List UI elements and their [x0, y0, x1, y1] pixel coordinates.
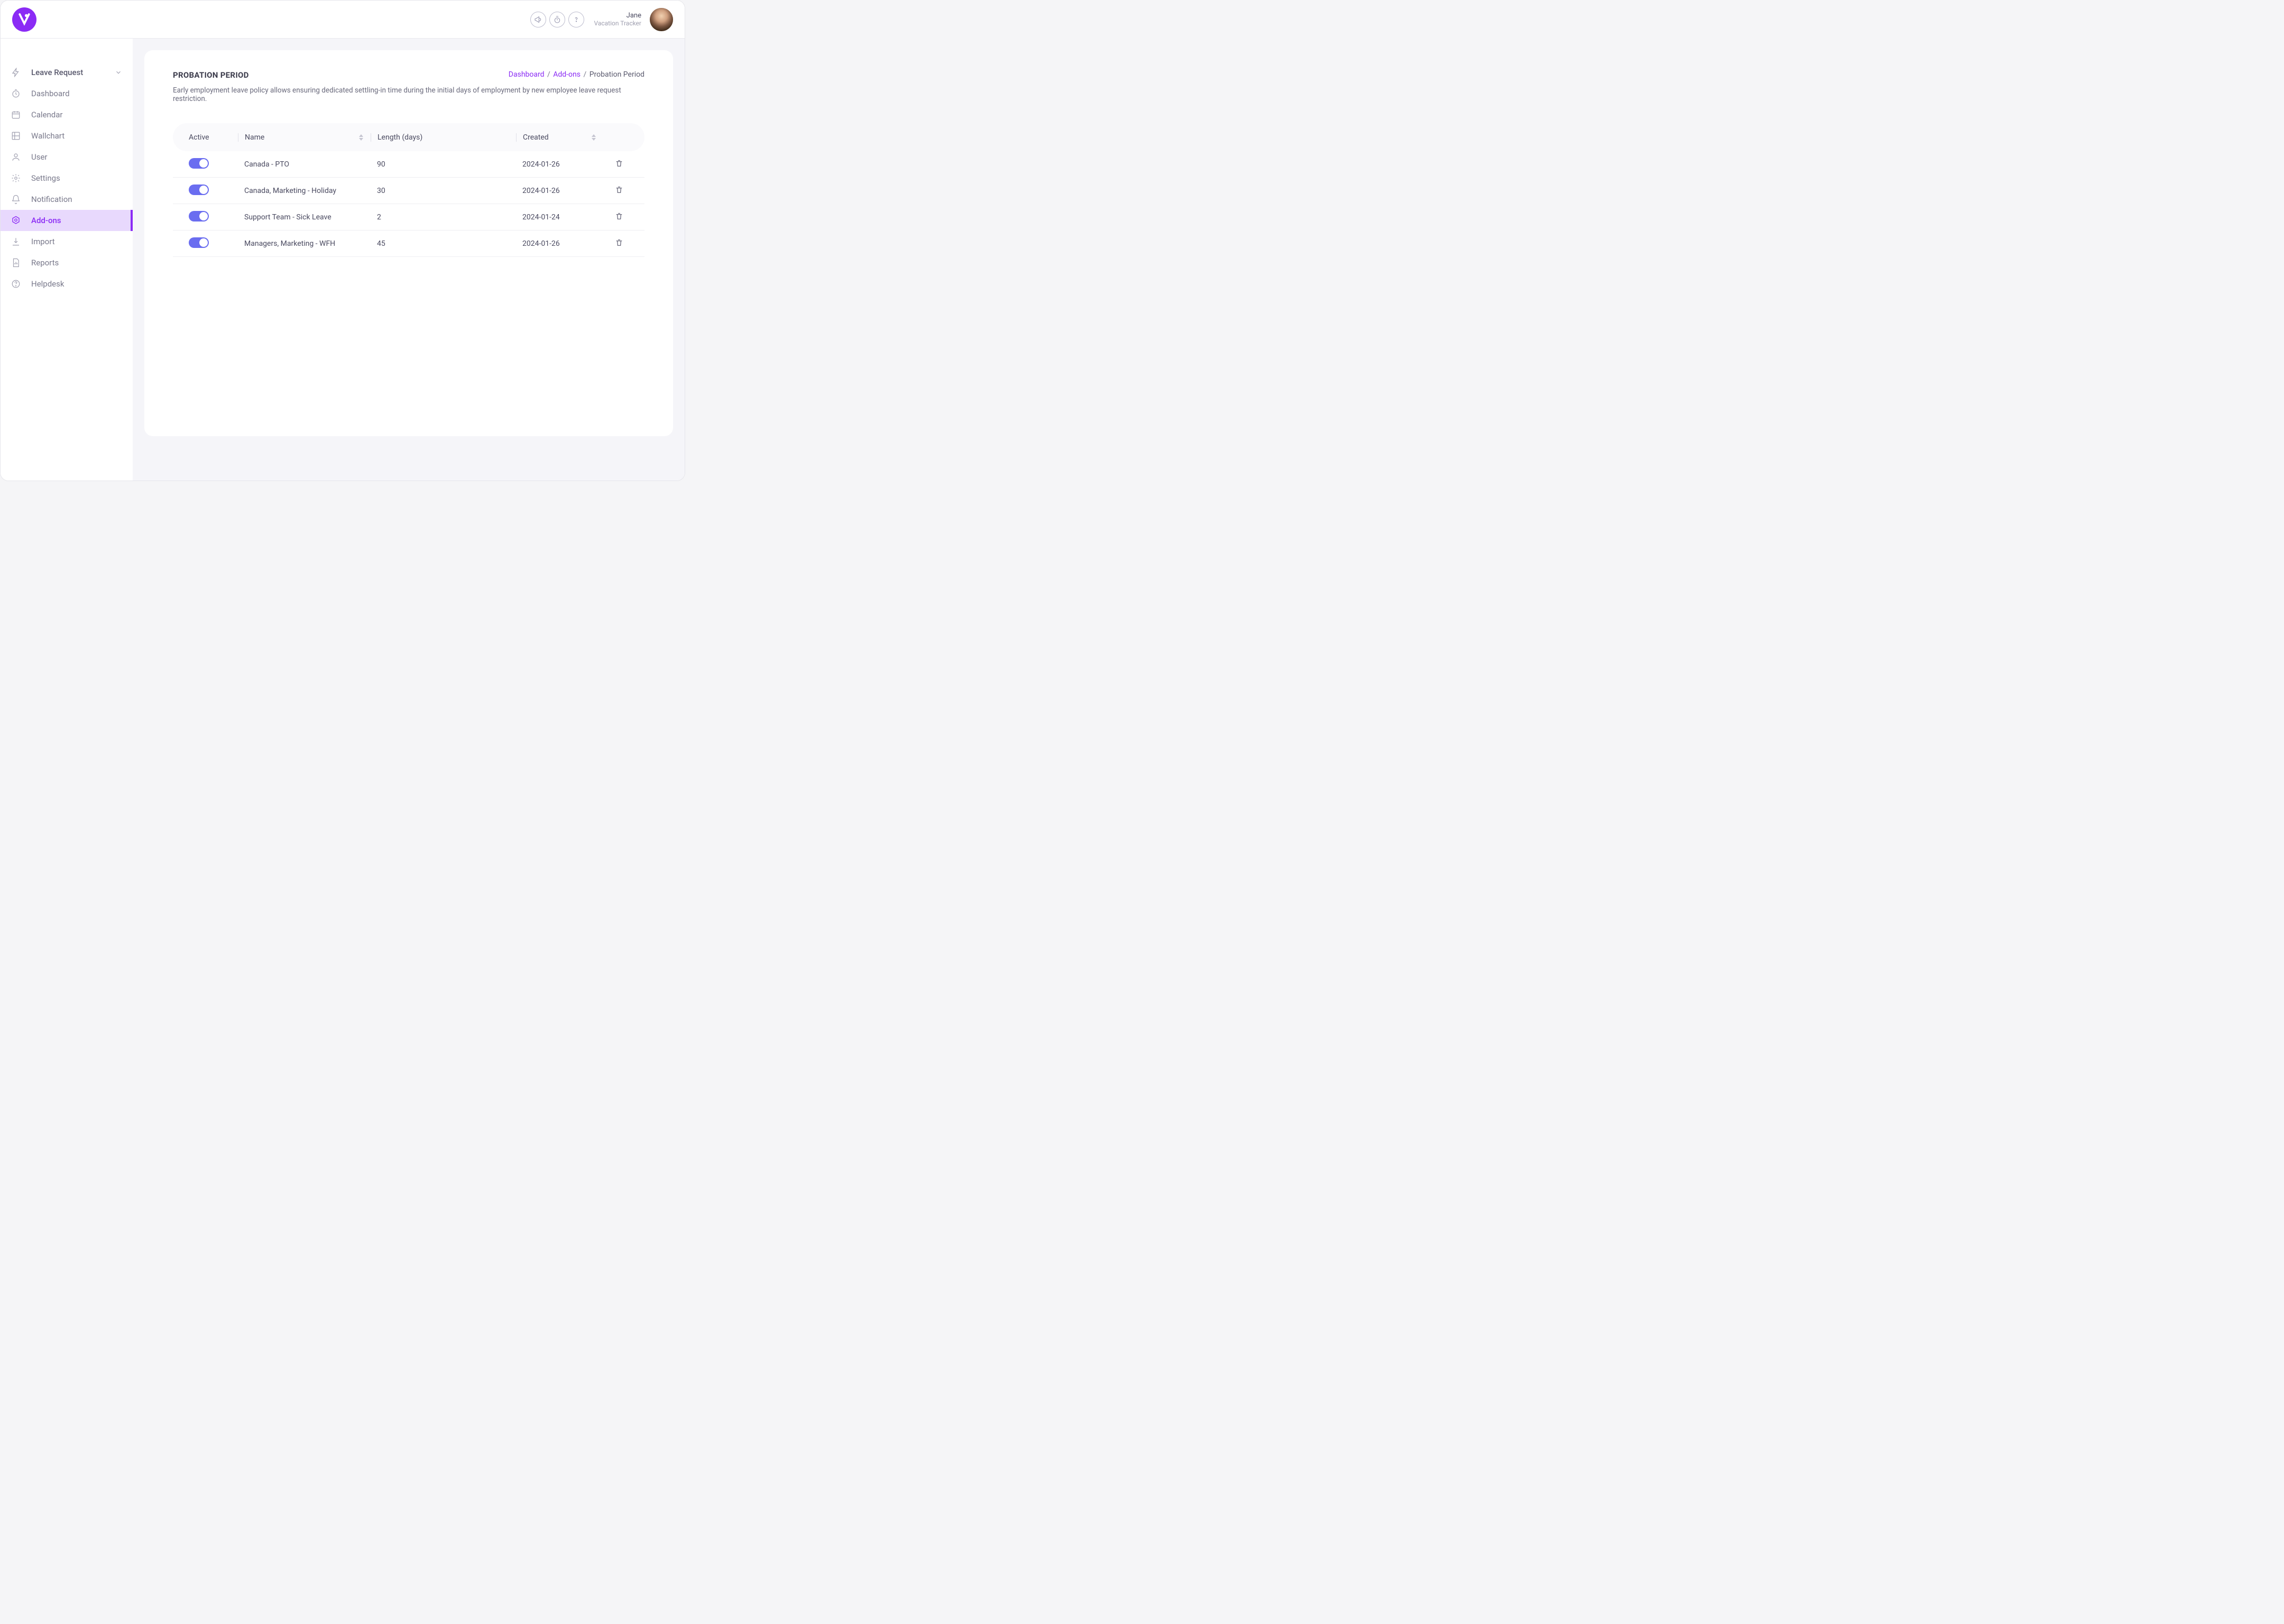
- trash-icon[interactable]: [603, 238, 635, 247]
- sort-icon: [359, 134, 371, 141]
- col-active-label: Active: [189, 133, 209, 142]
- nav-label: Notification: [31, 195, 122, 204]
- user-sub: Vacation Tracker: [594, 20, 641, 27]
- page-title: PROBATION PERIOD: [173, 70, 249, 80]
- sidebar: Leave Request Dashboard Calendar: [1, 39, 133, 481]
- gear-icon: [11, 173, 21, 183]
- chevron-down-icon: [115, 69, 122, 76]
- avatar[interactable]: [650, 8, 673, 31]
- col-name-label: Name: [245, 133, 264, 142]
- table-row: Canada, Marketing - Holiday 30 2024-01-2…: [173, 178, 644, 204]
- breadcrumb-addons[interactable]: Add-ons: [553, 70, 581, 79]
- nav-label: Reports: [31, 258, 122, 267]
- cell-name: Canada, Marketing - Holiday: [238, 187, 371, 195]
- col-length-label: Length (days): [377, 133, 422, 142]
- cell-length: 30: [371, 187, 516, 195]
- user-name: Jane: [594, 12, 641, 20]
- cell-name: Canada - PTO: [238, 160, 371, 169]
- nav-label: Add-ons: [31, 216, 122, 225]
- table-head: Active Name Length (days) Created: [173, 123, 644, 151]
- active-toggle[interactable]: [189, 211, 209, 222]
- sidebar-item-dashboard[interactable]: Dashboard: [1, 83, 133, 104]
- cell-created: 2024-01-24: [516, 213, 603, 222]
- trash-icon[interactable]: [603, 212, 635, 220]
- sidebar-item-addons[interactable]: Add-ons: [1, 210, 133, 231]
- nav-label: Dashboard: [31, 89, 122, 98]
- grid-icon: [11, 131, 21, 141]
- table-body: Canada - PTO 90 2024-01-26 Canada: [173, 151, 644, 257]
- col-created[interactable]: Created: [516, 133, 603, 142]
- addon-icon: [11, 216, 21, 225]
- nav-label: Settings: [31, 173, 122, 183]
- col-length: Length (days): [371, 133, 516, 142]
- body: Leave Request Dashboard Calendar: [1, 39, 685, 481]
- report-icon: [11, 258, 21, 267]
- active-toggle[interactable]: [189, 184, 209, 195]
- col-active: Active: [182, 133, 238, 142]
- user-info: Jane Vacation Tracker: [594, 12, 641, 27]
- col-name[interactable]: Name: [238, 133, 371, 142]
- nav-label: Leave Request: [31, 68, 104, 77]
- nav-label: User: [31, 152, 122, 162]
- breadcrumb-current: Probation Period: [590, 70, 644, 79]
- page-description: Early employment leave policy allows ens…: [173, 86, 644, 103]
- cell-name: Managers, Marketing - WFH: [238, 239, 371, 248]
- help-circle-icon: [11, 279, 21, 289]
- sidebar-item-helpdesk[interactable]: Helpdesk: [1, 273, 133, 294]
- breadcrumb-sep: /: [583, 70, 588, 79]
- sidebar-item-import[interactable]: Import: [1, 231, 133, 252]
- sort-icon: [592, 134, 603, 141]
- sidebar-item-user[interactable]: User: [1, 146, 133, 168]
- trash-icon[interactable]: [603, 186, 635, 194]
- bell-icon: [11, 195, 21, 204]
- card-head: PROBATION PERIOD Dashboard / Add-ons / P…: [173, 70, 644, 80]
- breadcrumb-dashboard[interactable]: Dashboard: [509, 70, 545, 79]
- calendar-icon: [11, 110, 21, 119]
- breadcrumb-sep: /: [547, 70, 552, 79]
- content: PROBATION PERIOD Dashboard / Add-ons / P…: [133, 39, 685, 481]
- cell-name: Support Team - Sick Leave: [238, 213, 371, 222]
- app-window: Jane Vacation Tracker Leave Request: [0, 0, 685, 481]
- table-row: Canada - PTO 90 2024-01-26: [173, 151, 644, 178]
- nav-label: Calendar: [31, 110, 122, 119]
- user-icon: [11, 152, 21, 162]
- sidebar-item-leave-request[interactable]: Leave Request: [1, 62, 133, 83]
- table-row: Support Team - Sick Leave 2 2024-01-24: [173, 204, 644, 230]
- cell-created: 2024-01-26: [516, 160, 603, 169]
- announcement-icon[interactable]: [530, 12, 546, 27]
- sidebar-item-reports[interactable]: Reports: [1, 252, 133, 273]
- cell-created: 2024-01-26: [516, 187, 603, 195]
- clock-icon: [11, 89, 21, 98]
- cell-length: 2: [371, 213, 516, 222]
- app-logo[interactable]: [12, 7, 36, 32]
- probation-table: Active Name Length (days) Created: [173, 123, 644, 257]
- download-icon: [11, 237, 21, 246]
- lightning-icon: [11, 68, 21, 77]
- cell-length: 90: [371, 160, 516, 169]
- help-icon[interactable]: [568, 12, 584, 27]
- main-card: PROBATION PERIOD Dashboard / Add-ons / P…: [144, 50, 673, 436]
- timer-icon[interactable]: [549, 12, 565, 27]
- cell-created: 2024-01-26: [516, 239, 603, 248]
- nav-label: Wallchart: [31, 131, 122, 141]
- active-toggle[interactable]: [189, 237, 209, 248]
- breadcrumb: Dashboard / Add-ons / Probation Period: [509, 70, 644, 79]
- trash-icon[interactable]: [603, 159, 635, 168]
- sidebar-item-notification[interactable]: Notification: [1, 189, 133, 210]
- header-right: Jane Vacation Tracker: [530, 8, 673, 31]
- sidebar-item-settings[interactable]: Settings: [1, 168, 133, 189]
- sidebar-item-calendar[interactable]: Calendar: [1, 104, 133, 125]
- active-toggle[interactable]: [189, 158, 209, 169]
- col-created-label: Created: [523, 133, 549, 142]
- nav-label: Helpdesk: [31, 279, 122, 289]
- nav-label: Import: [31, 237, 122, 246]
- header: Jane Vacation Tracker: [1, 1, 685, 39]
- sidebar-item-wallchart[interactable]: Wallchart: [1, 125, 133, 146]
- cell-length: 45: [371, 239, 516, 248]
- table-row: Managers, Marketing - WFH 45 2024-01-26: [173, 230, 644, 257]
